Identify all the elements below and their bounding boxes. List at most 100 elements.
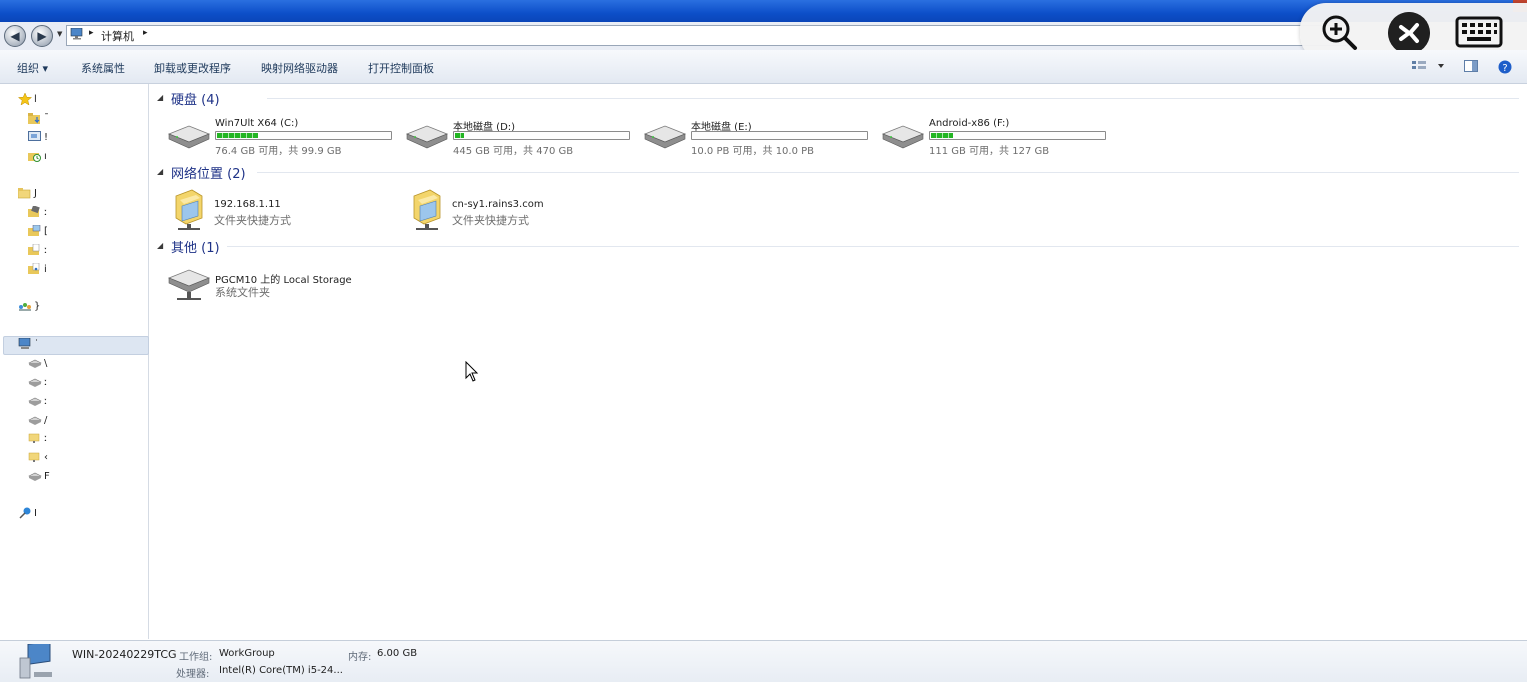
hard-drive-icon xyxy=(167,125,211,149)
workgroup-label: 工作组: xyxy=(179,652,213,663)
libraries-icon xyxy=(18,188,31,199)
drive-d[interactable]: 本地磁盘 (D:) 445 GB 可用，共 470 GB xyxy=(405,118,640,157)
address-bar[interactable]: ▸ 计算机 ▸ xyxy=(66,25,1348,46)
nav-item-homegroup[interactable]: } xyxy=(18,299,40,315)
collapse-triangle-icon[interactable]: ◢ xyxy=(157,93,163,102)
forward-button[interactable]: ▶ xyxy=(31,25,53,47)
nav-item-downloads[interactable]: ˉ xyxy=(28,111,49,127)
nav-item-libraries[interactable]: J xyxy=(18,186,37,202)
arrow-left-icon: ◀ xyxy=(10,29,20,43)
back-button[interactable]: ◀ xyxy=(4,25,26,47)
nav-item-network[interactable]: I xyxy=(18,506,37,522)
nav-item-local-storage[interactable]: F xyxy=(28,469,50,485)
drive-icon xyxy=(28,397,42,406)
library-video-icon xyxy=(28,206,40,217)
nav-item-drive-c[interactable]: \ xyxy=(28,356,47,372)
network-location-item[interactable]: 192.168.1.11 文件夹快捷方式 xyxy=(172,188,402,232)
memory-value: 6.00 GB xyxy=(377,648,418,659)
help-icon[interactable]: ? xyxy=(1498,60,1512,74)
map-network-drive-button[interactable]: 映射网络驱动器 xyxy=(261,60,338,76)
memory-label: 内存: xyxy=(348,652,372,663)
group-title: 硬盘 (4) xyxy=(171,93,220,108)
network-location-name: 192.168.1.11 xyxy=(214,199,281,210)
hard-drive-icon xyxy=(881,125,925,149)
nav-item-documents[interactable]: ː xyxy=(28,243,47,259)
nav-item-network-location-2[interactable]: ‹ xyxy=(28,450,48,466)
capacity-fill xyxy=(217,133,258,138)
nav-item-computer[interactable]: ˙ xyxy=(18,337,39,353)
hard-drive-icon xyxy=(405,125,449,149)
nav-item-favorites[interactable]: l xyxy=(18,92,37,108)
nav-item-pictures[interactable]: [ xyxy=(28,224,48,240)
processor-label: 处理器: xyxy=(176,669,210,680)
breadcrumb-separator[interactable]: ▸ xyxy=(89,28,94,38)
network-location-item[interactable]: cn-sy1.rains3.com 文件夹快捷方式 xyxy=(410,188,640,232)
star-icon xyxy=(18,93,32,105)
drive-e[interactable]: 本地磁盘 (E:) 10.0 PB 可用，共 10.0 PB xyxy=(643,118,878,157)
drive-name: Win7Ult X64 (C:) xyxy=(215,118,299,129)
recent-places-icon xyxy=(28,153,41,162)
processor-value: Intel(R) Core(TM) i5-24... xyxy=(219,665,343,676)
breadcrumb-separator[interactable]: ▸ xyxy=(143,28,148,38)
homegroup-icon xyxy=(19,303,31,311)
drive-icon xyxy=(28,472,42,481)
open-control-panel-button[interactable]: 打开控制面板 xyxy=(368,60,434,76)
system-properties-button[interactable]: 系统属性 xyxy=(81,60,125,76)
remote-desktop-icon[interactable] xyxy=(1388,12,1430,54)
folder-download-icon xyxy=(28,113,40,124)
network-folder-icon xyxy=(28,452,40,462)
capacity-fill xyxy=(931,133,953,138)
network-location-name: cn-sy1.rains3.com xyxy=(452,199,544,210)
capacity-bar xyxy=(691,131,868,140)
organize-menu[interactable]: 组织 ▾ xyxy=(17,60,48,76)
library-pictures-icon xyxy=(28,225,41,236)
drive-f[interactable]: Android-x86 (F:) 111 GB 可用，共 127 GB xyxy=(881,118,1116,157)
group-title: 其他 (1) xyxy=(171,241,220,256)
network-location-type: 文件夹快捷方式 xyxy=(214,214,291,227)
mouse-cursor-icon xyxy=(465,361,479,382)
nav-item-drive-e[interactable]: ː xyxy=(28,394,47,410)
uninstall-program-button[interactable]: 卸载或更改程序 xyxy=(154,60,231,76)
computer-icon xyxy=(70,28,83,40)
drive-free-space: 76.4 GB 可用，共 99.9 GB xyxy=(215,146,342,157)
drive-free-space: 10.0 PB 可用，共 10.0 PB xyxy=(691,146,815,157)
group-header-hard-disks[interactable]: ◢ 硬盘 (4) xyxy=(157,89,1519,108)
nav-item-videos[interactable]: ː xyxy=(28,205,47,221)
navigation-pane: l ˉ ! ı J ː [ ː i } ˙ \ ː ː / ː ‹ F I xyxy=(0,84,149,639)
nav-item-music[interactable]: i xyxy=(28,262,47,278)
capacity-bar xyxy=(453,131,630,140)
drive-c[interactable]: Win7Ult X64 (C:) 76.4 GB 可用，共 99.9 GB xyxy=(167,118,402,157)
history-dropdown-button[interactable]: ▼ xyxy=(57,30,65,40)
collapse-triangle-icon[interactable]: ◢ xyxy=(157,167,163,176)
library-music-icon xyxy=(28,263,40,274)
nav-item-network-location-1[interactable]: ː xyxy=(28,431,47,447)
zoom-in-icon[interactable] xyxy=(1320,13,1358,51)
nav-item-drive-f[interactable]: / xyxy=(28,413,47,429)
network-folder-icon xyxy=(413,189,441,230)
other-item-type: 系统文件夹 xyxy=(215,286,270,299)
network-icon xyxy=(19,507,31,519)
nav-item-recent-places[interactable]: ı xyxy=(28,149,47,165)
content-pane: ◢ 硬盘 (4) Win7Ult X64 (C:) 76.4 GB 可用，共 9… xyxy=(149,84,1527,639)
capacity-bar xyxy=(929,131,1106,140)
drive-icon xyxy=(28,359,42,368)
other-item[interactable]: PGCM10 上的 Local Storage 系统文件夹 xyxy=(167,264,397,308)
group-header-other[interactable]: ◢ 其他 (1) xyxy=(157,237,1519,256)
nav-item-desktop[interactable]: ! xyxy=(28,130,48,146)
arrow-right-icon: ▶ xyxy=(37,29,47,43)
collapse-triangle-icon[interactable]: ◢ xyxy=(157,241,163,250)
window-title-bar xyxy=(0,0,1527,22)
workgroup-value: WorkGroup xyxy=(219,648,275,659)
computer-name: WIN-20240229TCG xyxy=(72,648,177,661)
drive-free-space: 111 GB 可用，共 127 GB xyxy=(929,146,1050,157)
desktop-icon xyxy=(28,131,41,141)
group-header-network-locations[interactable]: ◢ 网络位置 (2) xyxy=(157,163,1519,182)
preview-pane-icon[interactable] xyxy=(1464,60,1478,72)
computer-icon xyxy=(18,338,31,349)
view-options-icon[interactable] xyxy=(1411,60,1445,72)
nav-item-drive-d[interactable]: ː xyxy=(28,375,47,391)
address-row: ◀ ▶ ▼ ▸ 计算机 ▸ xyxy=(0,22,1527,50)
breadcrumb-computer[interactable]: 计算机 xyxy=(101,28,134,44)
keyboard-icon[interactable] xyxy=(1455,15,1503,49)
command-bar: 组织 ▾ 系统属性 卸载或更改程序 映射网络驱动器 打开控制面板 ? xyxy=(0,50,1527,84)
